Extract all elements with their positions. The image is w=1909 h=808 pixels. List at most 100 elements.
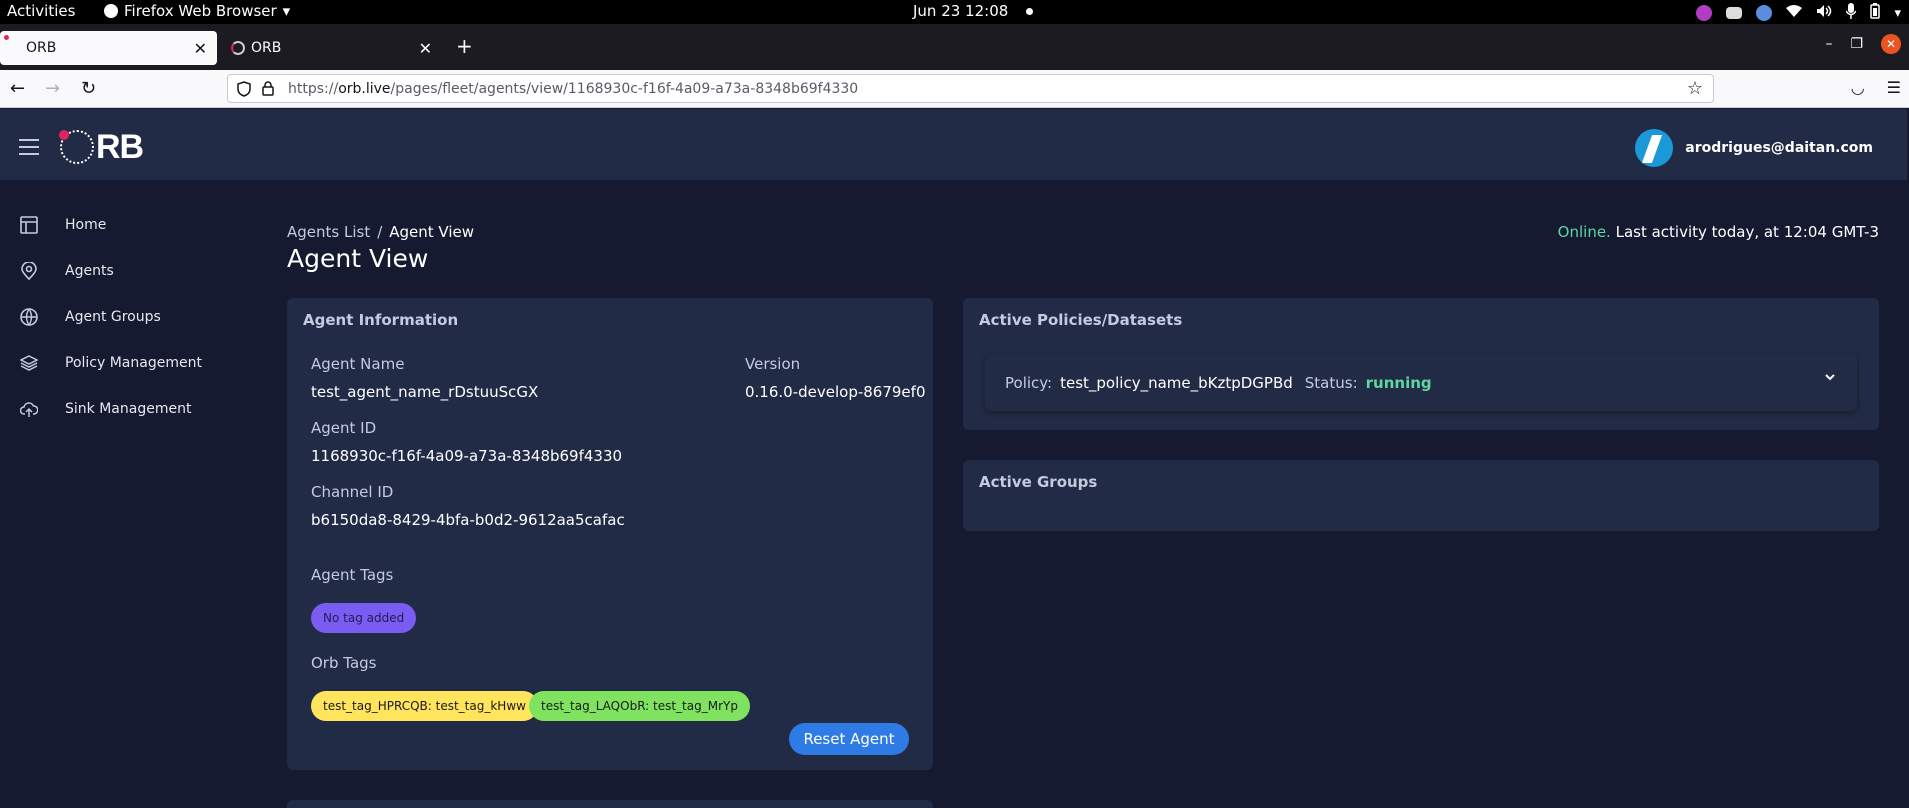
forward-icon[interactable]: → xyxy=(45,78,60,99)
agent-id-value: 1168930c-f16f-4a09-a73a-8348b69f4330 xyxy=(311,447,623,465)
avatar[interactable] xyxy=(1635,129,1674,167)
tab-orb-active[interactable]: ORB ✕ xyxy=(0,31,217,65)
sidebar-item-label: Agents xyxy=(65,263,114,279)
url-prefix: https:// xyxy=(288,80,339,97)
card-title: Active Groups xyxy=(979,473,1098,491)
orb-logo[interactable]: RB xyxy=(59,127,144,166)
url-bar[interactable]: https://orb.live/pages/fleet/agents/view… xyxy=(227,74,1714,103)
breadcrumb: Agents List / Agent View xyxy=(287,223,474,241)
navigation-toolbar: ← → ↻ https://orb.live/pages/fleet/agent… xyxy=(0,70,1909,108)
last-activity: Last activity today, at 12:04 GMT-3 xyxy=(1610,223,1879,241)
version-value: 0.16.0-develop-8679ef0 xyxy=(745,383,926,401)
logo-text: RB xyxy=(96,127,144,166)
sidebar-item-label: Agent Groups xyxy=(65,309,161,325)
page-title: Agent View xyxy=(287,244,429,273)
firefox-icon xyxy=(104,4,118,18)
user-menu[interactable]: arodrigues@daitan.com xyxy=(1635,129,1873,167)
reload-icon[interactable]: ↻ xyxy=(81,78,96,99)
sidebar-item-home[interactable]: Home xyxy=(0,205,258,245)
tracking-protection-icon[interactable] xyxy=(237,81,251,97)
people-icon[interactable] xyxy=(1756,5,1773,21)
orb-favicon-icon xyxy=(4,35,9,40)
url-host: orb.live xyxy=(338,80,391,97)
window-controls: – ❐ ✕ xyxy=(1825,34,1901,54)
microphone-icon[interactable] xyxy=(1845,3,1858,23)
notification-dot-icon xyxy=(1026,7,1034,15)
chevron-down-icon[interactable] xyxy=(1823,370,1837,384)
app-menu-label: Firefox Web Browser xyxy=(124,2,277,20)
channel-id-value: b6150da8-8429-4bfa-b0d2-9612aa5cafac xyxy=(311,511,625,529)
close-tab-icon[interactable]: ✕ xyxy=(194,39,207,58)
breadcrumb-current: Agent View xyxy=(389,223,475,241)
app-menu[interactable]: Firefox Web Browser ▾ xyxy=(104,2,290,20)
card-title: Agent Information xyxy=(303,311,459,329)
policy-name[interactable]: test_policy_name_bKztpDGPBd xyxy=(1060,374,1293,392)
hamburger-menu-icon[interactable] xyxy=(19,139,39,160)
pocket-icon[interactable]: ◡ xyxy=(1851,78,1865,97)
sidebar: Home Agents Agent Groups Policy Manageme… xyxy=(0,181,258,808)
discord-icon[interactable] xyxy=(1726,7,1743,19)
clock-label: Jun 23 12:08 xyxy=(913,2,1009,20)
user-email[interactable]: arodrigues@daitan.com xyxy=(1685,140,1873,156)
system-tray[interactable]: ▾ xyxy=(1696,3,1901,23)
tab-orb[interactable]: ORB ✕ xyxy=(225,31,442,65)
cloud-upload-icon xyxy=(19,400,39,418)
volume-icon[interactable] xyxy=(1816,4,1832,22)
orb-tags-label: Orb Tags xyxy=(311,654,377,672)
card-title: Active Policies/Datasets xyxy=(979,311,1183,329)
tab-strip: ORB ✕ ORB ✕ + – ❐ ✕ xyxy=(0,24,1909,70)
sidebar-item-sink-management[interactable]: Sink Management xyxy=(0,389,258,429)
orb-ring-icon xyxy=(59,130,94,164)
agent-id-label: Agent ID xyxy=(311,419,377,437)
agent-tags-label: Agent Tags xyxy=(311,566,394,584)
active-groups-card: Active Groups xyxy=(963,460,1879,531)
agent-information-card: Agent Information Agent Name test_agent_… xyxy=(287,298,933,770)
close-window-icon[interactable]: ✕ xyxy=(1881,34,1901,54)
active-policies-card: Active Policies/Datasets Policy: test_po… xyxy=(963,298,1879,430)
next-card xyxy=(287,800,933,808)
channel-id-label: Channel ID xyxy=(311,483,394,501)
tab-title: ORB xyxy=(251,40,282,56)
layers-icon xyxy=(19,354,39,372)
no-tag-badge: No tag added xyxy=(311,603,417,633)
orb-tag: test_tag_LAQObR: test_tag_MrYp xyxy=(529,691,750,721)
minimize-icon[interactable]: – xyxy=(1825,36,1832,52)
caret-down-icon[interactable]: ▾ xyxy=(1894,6,1901,21)
globe-icon xyxy=(20,308,38,326)
url-path: /pages/fleet/agents/view/1168930c-f16f-4… xyxy=(390,80,859,97)
map-pin-icon xyxy=(20,261,38,281)
version-label: Version xyxy=(745,355,801,373)
system-top-bar: Activities Firefox Web Browser ▾ Jun 23 … xyxy=(0,0,1909,24)
sidebar-item-label: Sink Management xyxy=(65,401,192,417)
close-tab-icon[interactable]: ✕ xyxy=(419,39,432,58)
breadcrumb-agents-list[interactable]: Agents List xyxy=(287,223,370,241)
policy-accordion-row[interactable]: Policy: test_policy_name_bKztpDGPBd Stat… xyxy=(985,354,1857,411)
wifi-icon[interactable] xyxy=(1786,4,1803,22)
sidebar-item-label: Policy Management xyxy=(65,355,202,371)
bookmark-star-icon[interactable]: ☆ xyxy=(1687,78,1703,99)
sidebar-item-agents[interactable]: Agents xyxy=(0,251,258,291)
orb-tag: test_tag_HPRCQB: test_tag_kHww xyxy=(311,691,538,721)
agent-name-label: Agent Name xyxy=(311,355,405,373)
new-tab-icon[interactable]: + xyxy=(456,34,473,58)
toolbar-right: ◡ ☰ xyxy=(1851,78,1901,97)
activities-button[interactable]: Activities xyxy=(7,2,75,20)
caret-down-icon: ▾ xyxy=(282,2,291,20)
tab-title: ORB xyxy=(26,40,57,56)
agent-name-value: test_agent_name_rDstuuScGX xyxy=(311,383,539,401)
reset-agent-button[interactable]: Reset Agent xyxy=(789,723,909,755)
sidebar-item-policy-management[interactable]: Policy Management xyxy=(0,343,258,383)
restore-icon[interactable]: ❐ xyxy=(1850,36,1863,52)
back-icon[interactable]: ← xyxy=(10,78,25,99)
lock-icon[interactable] xyxy=(262,81,274,96)
agent-status: Online. Last activity today, at 12:04 GM… xyxy=(1558,223,1879,241)
app-indicator-icon[interactable] xyxy=(1696,5,1713,21)
sidebar-item-agent-groups[interactable]: Agent Groups xyxy=(0,297,258,337)
battery-icon[interactable] xyxy=(1870,3,1881,23)
menu-icon[interactable]: ☰ xyxy=(1887,78,1901,97)
online-status: Online. xyxy=(1557,223,1611,241)
clock[interactable]: Jun 23 12:08 xyxy=(913,2,1034,20)
app-header: RB arodrigues@daitan.com xyxy=(0,109,1907,181)
layout-icon xyxy=(20,216,38,234)
loading-favicon-icon xyxy=(231,41,245,55)
